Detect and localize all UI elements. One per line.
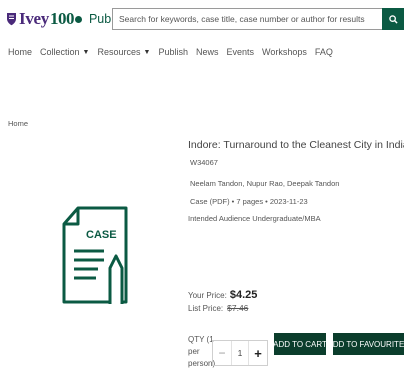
your-price: Your Price: $4.25 [188, 289, 257, 301]
nav-publish[interactable]: Publish [158, 47, 188, 57]
logo-dot [74, 15, 82, 23]
case-authors: Neelam Tandon, Nupur Rao, Deepak Tandon [190, 179, 340, 188]
nav-label: Events [226, 47, 255, 57]
nav-faq[interactable]: FAQ [315, 47, 333, 57]
nav-events[interactable]: Events [227, 47, 255, 57]
list-price-value: $7.46 [227, 303, 249, 313]
case-document-icon: CASE [62, 206, 128, 304]
logo-brand: Ivey [19, 9, 49, 28]
case-code: W34067 [190, 158, 218, 167]
case-title: Indore: Turnaround to the Cleanest City … [188, 139, 404, 151]
case-details: Case (PDF) • 7 pages • 2023-11-23 [190, 197, 308, 206]
nav-label: News [195, 47, 219, 57]
search-input[interactable] [113, 9, 382, 29]
qty-increase-button[interactable]: + [249, 346, 267, 361]
list-price-label: List Price: [188, 304, 224, 313]
main-nav: Home Collection ▼ Resources ▼ Publish News… [8, 47, 341, 57]
nav-news[interactable]: News [196, 47, 219, 57]
qty-input[interactable]: 1 [231, 341, 249, 365]
nav-collection[interactable]: Collection ▼ [40, 47, 89, 57]
nav-resources[interactable]: Resources ▼ [97, 47, 150, 57]
add-to-cart-button[interactable]: ADD TO CART [273, 333, 327, 355]
your-price-label: Your Price: [188, 291, 227, 300]
header: Ivey 100 Publishing [0, 6, 404, 32]
add-to-favourites-button[interactable]: ADD TO FAVOURITES [327, 333, 404, 355]
nav-label: Workshops [262, 47, 307, 57]
chevron-down-icon: ▼ [82, 48, 90, 56]
qty-decrease-button[interactable]: − [213, 346, 231, 360]
nav-label: Home [8, 47, 33, 57]
quantity-stepper: − 1 + [212, 340, 268, 366]
search-button[interactable] [382, 8, 404, 30]
nav-home[interactable]: Home [8, 47, 32, 57]
breadcrumb-home[interactable]: Home [8, 119, 28, 128]
nav-label: Publish [158, 47, 188, 57]
your-price-value: $4.25 [229, 289, 258, 301]
nav-label: FAQ [314, 47, 333, 57]
shield-icon [7, 13, 16, 26]
logo-number: 100 [49, 9, 75, 28]
nav-label: Resources [97, 47, 141, 57]
search-icon [388, 14, 398, 24]
case-label: CASE [86, 229, 117, 241]
nav-workshops[interactable]: Workshops [262, 47, 307, 57]
nav-label: Collection [40, 47, 80, 57]
search-box [112, 8, 382, 30]
list-price: List Price: $7.46 [188, 303, 248, 313]
case-audience: Intended Audience Undergraduate/MBA [188, 214, 321, 223]
chevron-down-icon: ▼ [143, 48, 151, 56]
